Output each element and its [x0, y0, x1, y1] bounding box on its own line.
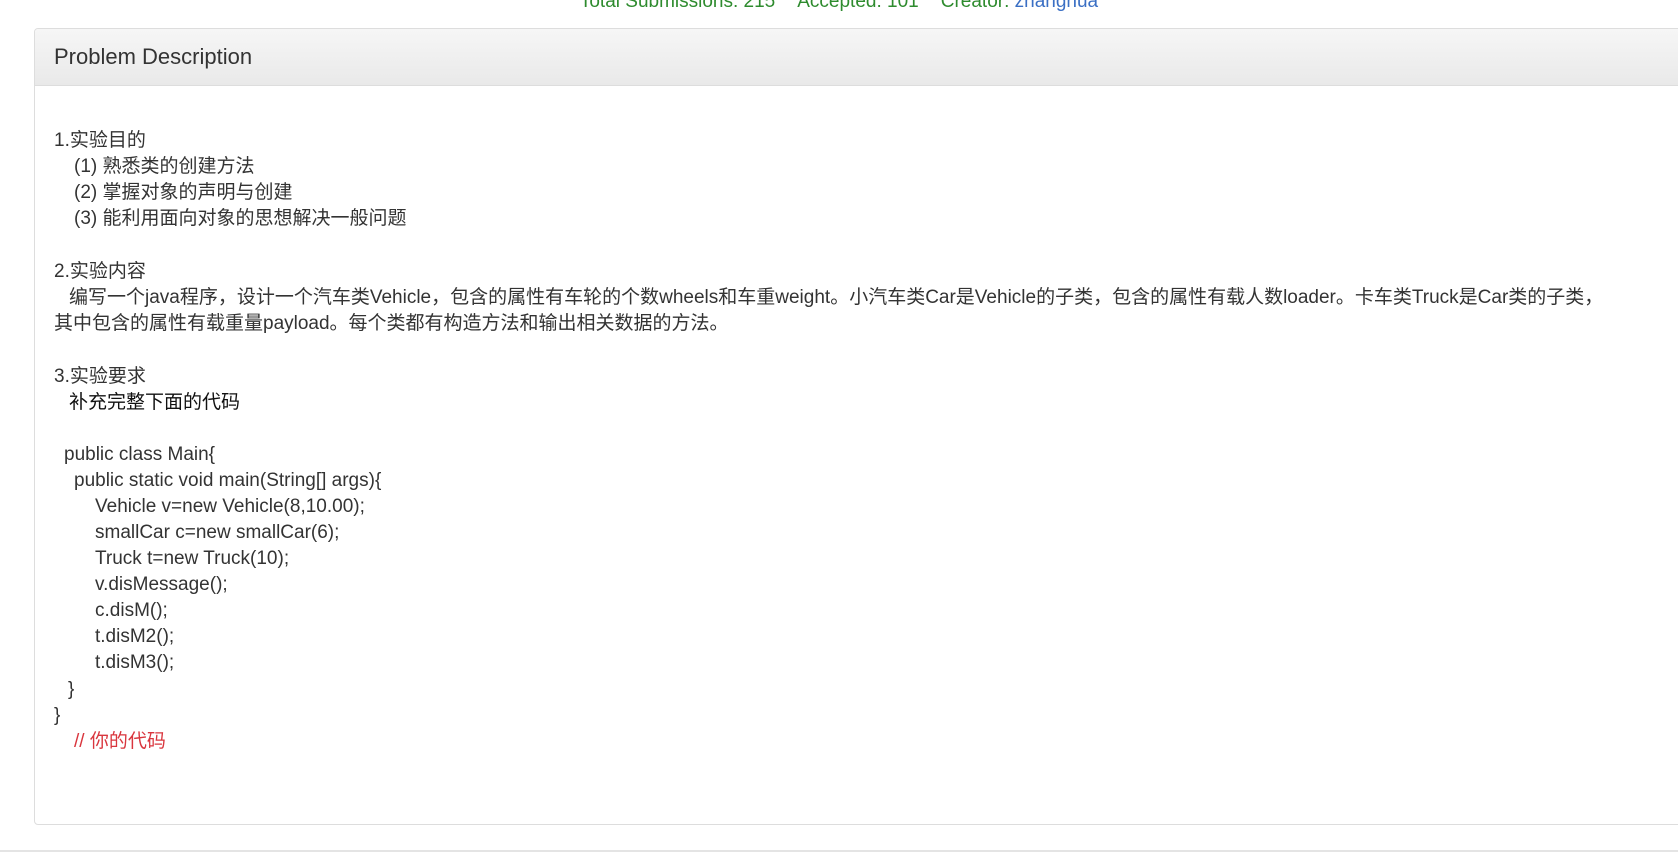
- code-line: }: [68, 679, 75, 700]
- total-submissions: Total Submissions: 215: [579, 0, 776, 11]
- purpose-item-2: (2) 掌握对象的声明与创建: [74, 182, 293, 203]
- creator-label: Creator:: [940, 0, 1015, 11]
- section-heading-content: 2.实验内容: [54, 261, 146, 282]
- code-comment: // 你的代码: [74, 731, 166, 752]
- creator-link[interactable]: zhanghua: [1015, 0, 1098, 11]
- code-line: Vehicle v=new Vehicle(8,10.00);: [95, 496, 365, 517]
- purpose-item-1: (1) 熟悉类的创建方法: [74, 156, 255, 177]
- submission-stats: Total Submissions: 215 Accepted: 101 Creat…: [0, 0, 1678, 11]
- requirement-text: 补充完整下面的代码: [69, 392, 241, 413]
- purpose-item-3: (3) 能利用面向对象的思想解决一般问题: [74, 208, 407, 229]
- code-line: public static void main(String[] args){: [74, 470, 382, 491]
- panel-title: Problem Description: [35, 29, 1678, 86]
- code-line: t.disM2();: [95, 626, 175, 647]
- content-paragraph-line-1: 编写一个java程序，设计一个汽车类Vehicle，包含的属性有车轮的个数whe…: [69, 287, 1604, 308]
- accepted-count: Accepted: 101: [797, 0, 919, 11]
- section-heading-requirements: 3.实验要求: [54, 366, 146, 387]
- code-line: smallCar c=new smallCar(6);: [95, 522, 340, 543]
- code-line: public class Main{: [64, 444, 216, 465]
- code-line: }: [54, 705, 61, 726]
- code-line: t.disM3();: [95, 652, 175, 673]
- section-heading-purpose: 1.实验目的: [54, 130, 146, 151]
- problem-description-panel: Problem Description 1.实验目的 (1) 熟悉类的创建方法 …: [34, 28, 1678, 825]
- code-line: v.disMessage();: [95, 574, 228, 595]
- code-line: Truck t=new Truck(10);: [95, 548, 290, 569]
- content-paragraph-line-2: 其中包含的属性有载重量payload。每个类都有构造方法和输出相关数据的方法。: [54, 313, 729, 334]
- code-line: c.disM();: [95, 600, 168, 621]
